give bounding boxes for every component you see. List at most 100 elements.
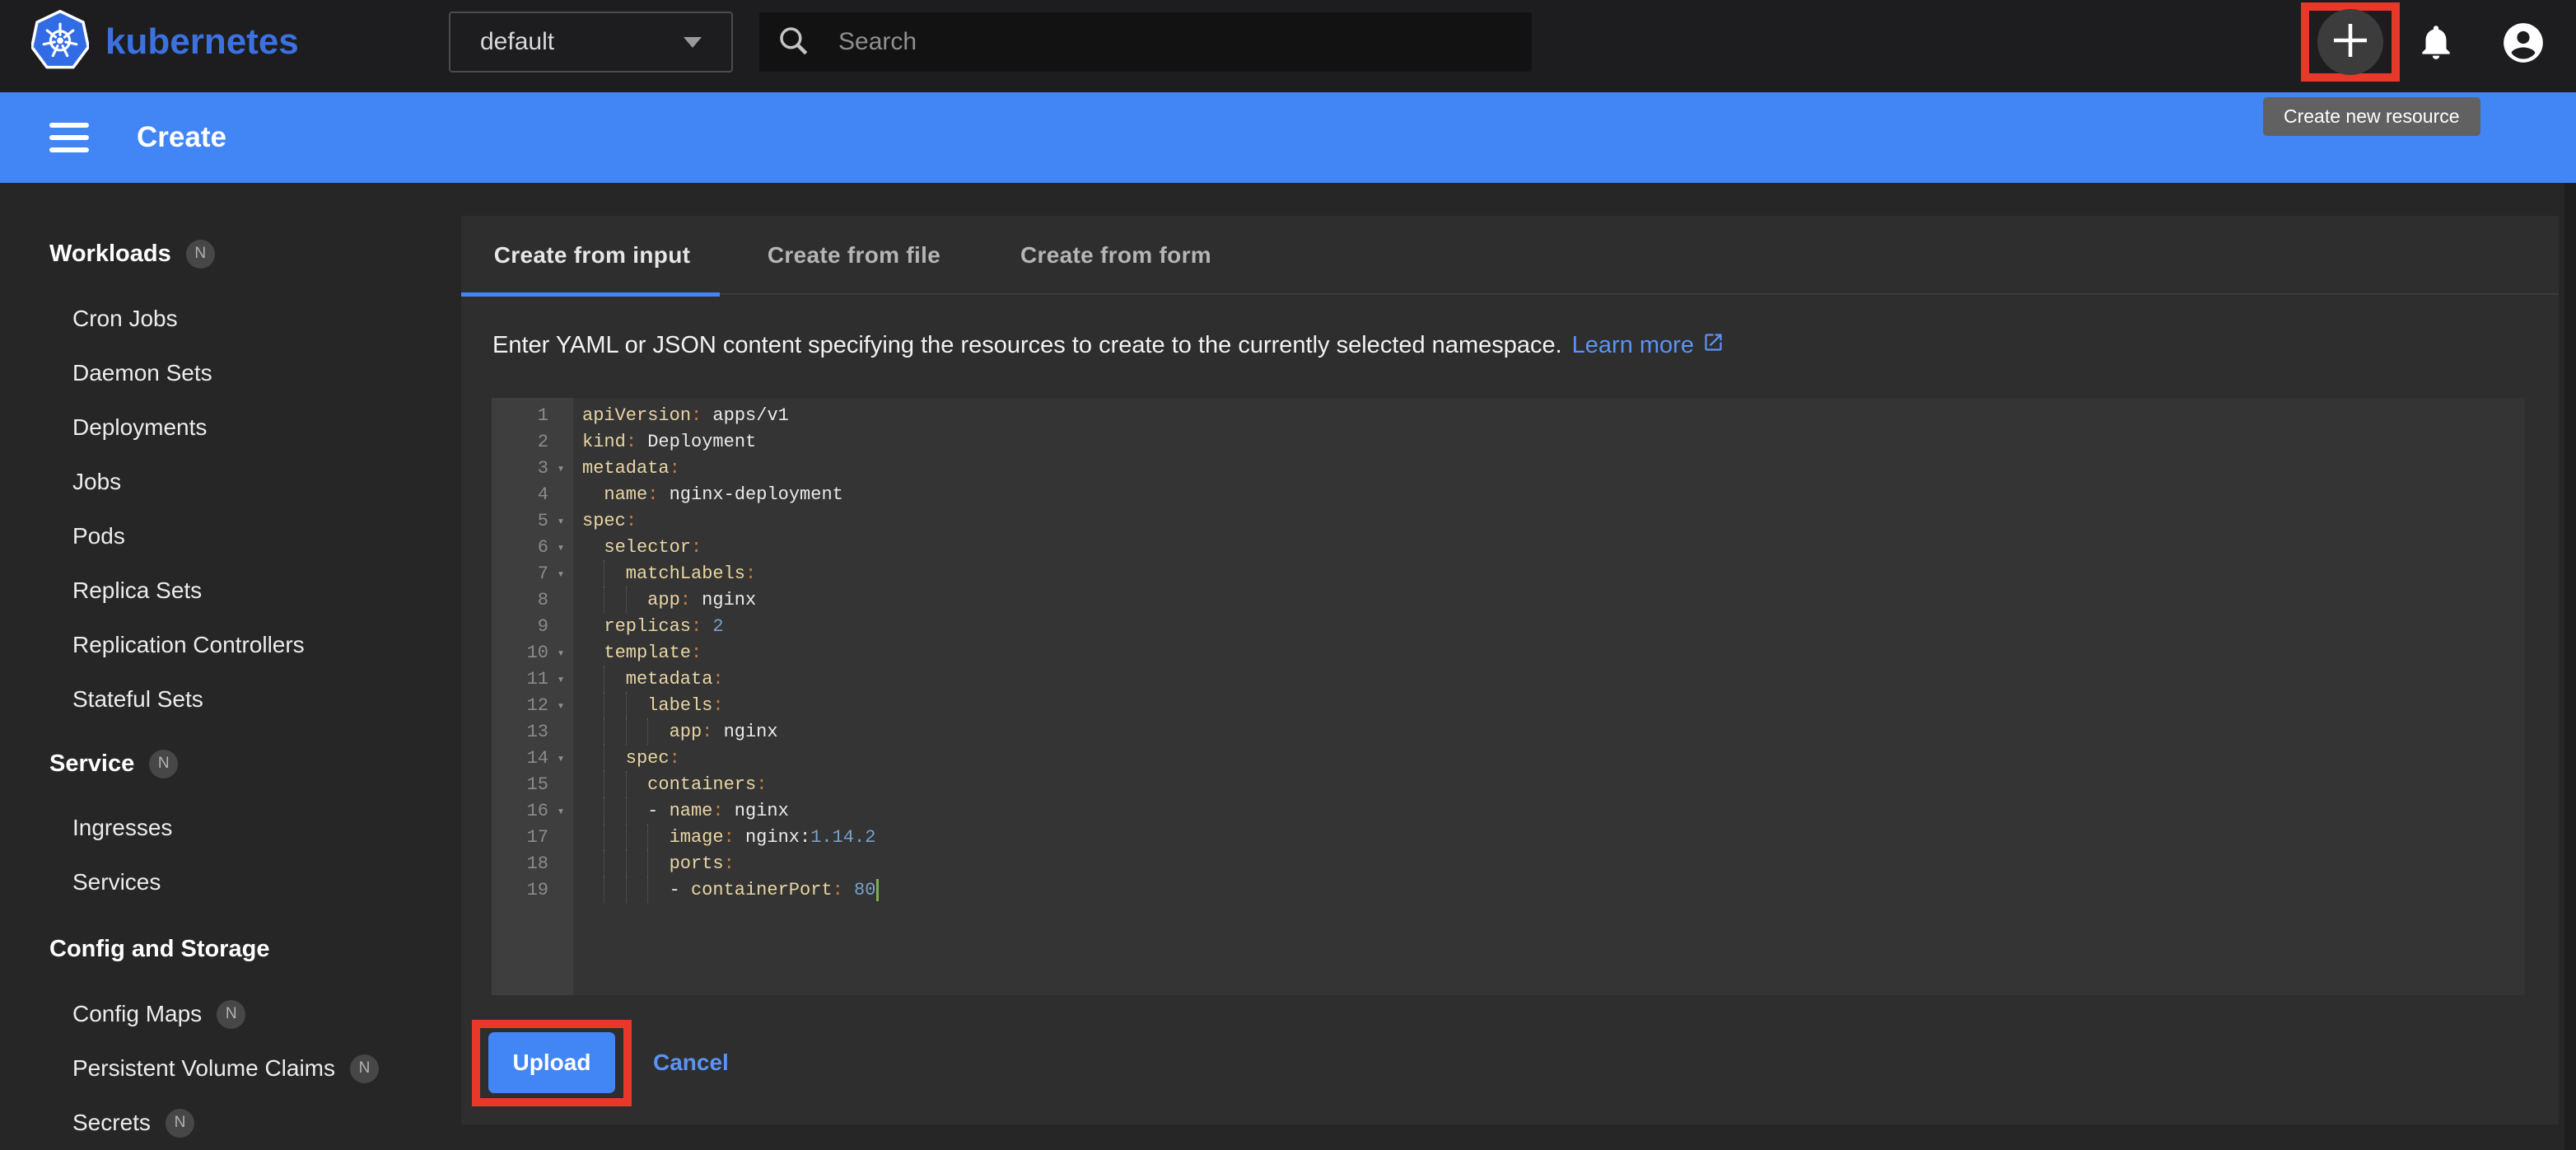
tab-create-from-file[interactable]: Create from file [723,216,985,295]
indent-guide [604,692,625,718]
sidebar-item-pods[interactable]: Pods [0,509,461,563]
fold-arrow-icon[interactable]: ▾ [548,671,573,687]
add-resource-tooltip: Create new resource [2263,97,2480,136]
create-description: Enter YAML or JSON content specifying th… [492,330,1724,361]
indent-guide [582,745,604,771]
code-line: 4name: nginx-deployment [492,481,2525,507]
code-text: matchLabels: [573,560,756,587]
sidebar-header-workloads[interactable]: WorkloadsN [49,241,461,267]
line-number: 3▾ [492,458,573,479]
fold-arrow-icon[interactable]: ▾ [548,750,573,766]
code-line: 10▾template: [492,639,2525,666]
sidebar-header-label: Config and Storage [49,936,269,962]
yaml-editor[interactable]: 1apiVersion: apps/v12kind: Deployment3▾m… [492,398,2525,995]
kubernetes-logo[interactable]: kubernetes [31,10,299,73]
account-button[interactable] [2502,21,2545,67]
sidebar-header-config-and-storage[interactable]: Config and Storage [49,936,461,962]
sidebar-section-service: ServiceN IngressesServices [0,750,461,909]
indent-guide [626,587,647,613]
sidebar-item-config-maps[interactable]: Config MapsN [0,987,461,1041]
sidebar-header-service[interactable]: ServiceN [49,750,461,777]
code-text: replicas: 2 [573,613,724,639]
code-text: kind: Deployment [573,428,756,455]
code-text: name: nginx-deployment [573,481,843,507]
sidebar-item-replica-sets[interactable]: Replica Sets [0,563,461,618]
indent-guide [647,877,669,903]
code-text: - containerPort: 80 [573,877,879,903]
line-number: 12▾ [492,695,573,716]
account-icon [2502,54,2545,67]
top-bar: kubernetes default [0,0,2576,92]
code-line: 7▾matchLabels: [492,560,2525,587]
sidebar-item-persistent-volume-claims[interactable]: Persistent Volume Claims N [0,1041,461,1096]
indent-guide [582,534,604,560]
page-scrollbar-track[interactable] [2564,92,2576,1150]
indent-guide [626,824,647,850]
namespaced-badge: N [166,1109,194,1138]
line-number: 15 [492,774,573,795]
fold-arrow-icon[interactable]: ▾ [548,645,573,661]
namespace-selected-value: default [480,28,554,56]
cancel-button[interactable]: Cancel [653,1032,729,1093]
indent-guide [604,745,625,771]
sidebar-item-deployments[interactable]: Deployments [0,400,461,455]
fold-arrow-icon[interactable]: ▾ [548,803,573,819]
indent-guide [626,771,647,797]
sidebar-item-daemon-sets[interactable]: Daemon Sets [0,346,461,400]
fold-arrow-icon[interactable]: ▾ [548,460,573,476]
sidebar-item-label: Stateful Sets [72,672,203,727]
sidebar-item-label: Deployments [72,400,207,455]
indent-guide [604,797,625,824]
fold-arrow-icon[interactable]: ▾ [548,540,573,555]
learn-more-link[interactable]: Learn more [1572,331,1724,360]
notifications-button[interactable] [2415,21,2457,65]
sidebar-item-label: Ingresses [72,801,172,855]
indent-guide [582,771,604,797]
fold-arrow-icon[interactable]: ▾ [548,513,573,529]
code-line: 14▾spec: [492,745,2525,771]
indent-guide [626,692,647,718]
sidebar-item-replication-controllers[interactable]: Replication Controllers [0,618,461,672]
code-line: 8app: nginx [492,587,2525,613]
sidebar-item-ingresses[interactable]: Ingresses [0,801,461,855]
indent-guide [582,797,604,824]
code-line: 15containers: [492,771,2525,797]
line-number: 4 [492,484,573,505]
tab-create-from-form[interactable]: Create from form [985,216,1247,295]
upload-button[interactable]: Upload [488,1032,615,1093]
line-number: 8 [492,590,573,610]
namespace-select[interactable]: default [449,12,733,72]
sidebar: WorkloadsN Cron JobsDaemon SetsDeployment… [0,183,461,1150]
code-text: - name: nginx [573,797,789,824]
namespaced-badge: N [350,1054,379,1083]
code-text: app: nginx [573,718,778,745]
sidebar-item-cron-jobs[interactable]: Cron Jobs [0,292,461,346]
sidebar-item-stateful-sets[interactable]: Stateful Sets [0,672,461,727]
fold-arrow-icon[interactable]: ▾ [548,566,573,582]
indent-guide [582,587,604,613]
search-bar[interactable] [759,12,1532,72]
fold-arrow-icon[interactable]: ▾ [548,698,573,713]
indent-guide [582,692,604,718]
add-resource-button[interactable] [2317,9,2383,75]
sidebar-item-label: Pods [72,509,125,563]
tab-create-from-input[interactable]: Create from input [461,216,723,295]
sidebar-item-jobs[interactable]: Jobs [0,455,461,509]
indent-guide [626,877,647,903]
indent-guide [582,481,604,507]
line-number: 6▾ [492,537,573,558]
line-number: 11▾ [492,669,573,690]
indent-guide [626,718,647,745]
search-input[interactable] [838,28,1515,56]
sidebar-item-label: Persistent Volume Claims [72,1041,335,1096]
code-line: 2kind: Deployment [492,428,2525,455]
indent-guide [582,877,604,903]
code-line: 3▾metadata: [492,455,2525,481]
menu-button[interactable] [49,123,89,152]
sidebar-item-services[interactable]: Services [0,855,461,909]
annotation-box-add-resource [2301,2,2400,82]
indent-guide [604,877,625,903]
indent-guide [647,718,669,745]
code-line: 18ports: [492,850,2525,877]
sidebar-item-secrets[interactable]: SecretsN [0,1096,461,1150]
